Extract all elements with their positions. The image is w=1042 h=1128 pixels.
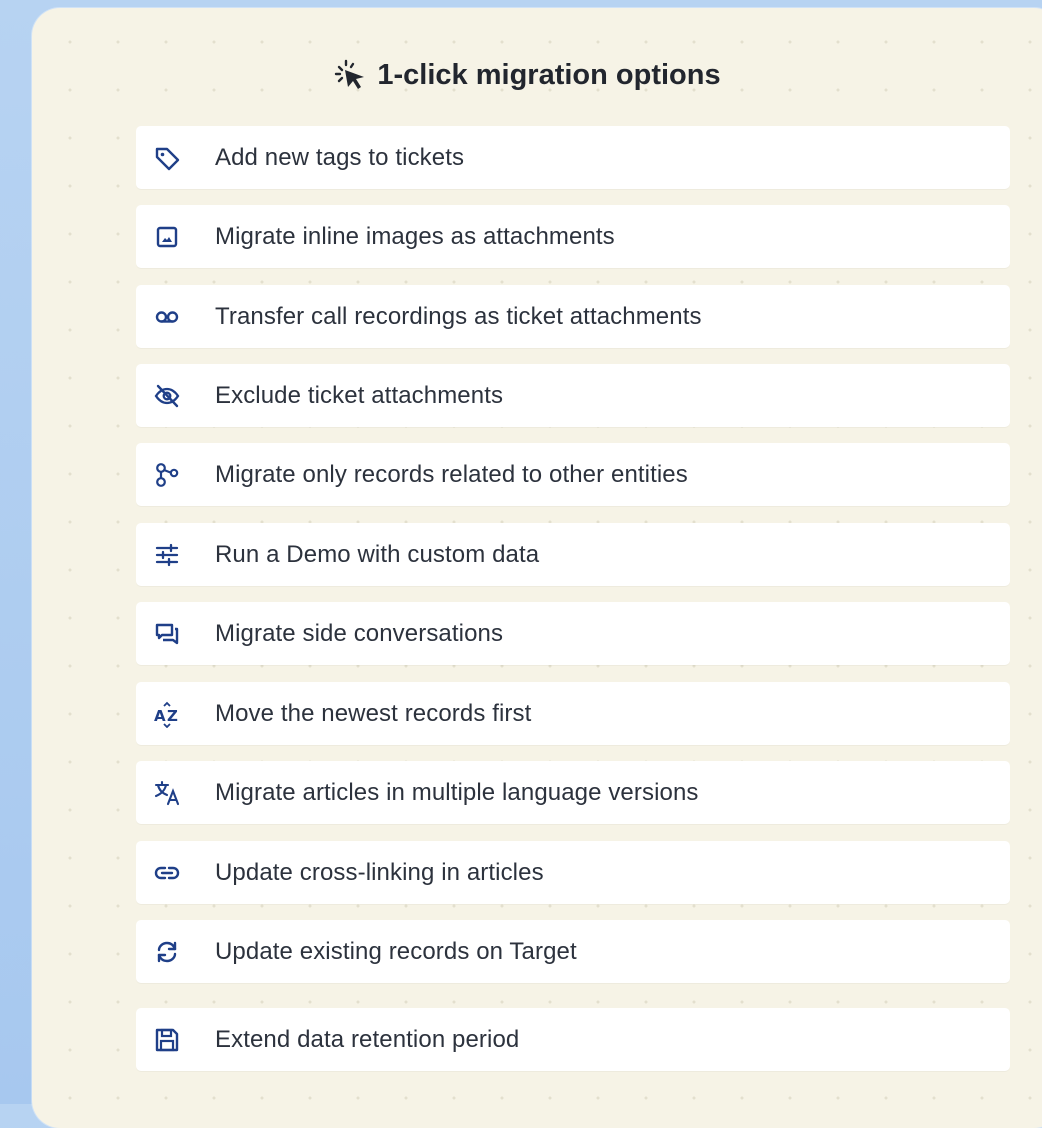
option-cross-linking[interactable]: Update cross-linking in articles <box>136 841 1010 904</box>
option-update-existing[interactable]: Update existing records on Target <box>136 920 1010 983</box>
option-label: Extend data retention period <box>215 1025 520 1053</box>
option-label: Transfer call recordings as ticket attac… <box>215 302 702 330</box>
option-label: Move the newest records first <box>215 699 532 727</box>
refresh-icon <box>153 938 181 966</box>
sort-az-icon: AZ <box>153 700 181 728</box>
tag-icon <box>153 144 181 172</box>
link-icon <box>153 859 181 887</box>
svg-text:Z: Z <box>167 707 178 725</box>
save-icon <box>153 1026 181 1054</box>
option-label: Add new tags to tickets <box>215 143 465 171</box>
translate-icon <box>153 779 181 807</box>
page-title: 1-click migration options <box>377 58 721 91</box>
option-language-versions[interactable]: Migrate articles in multiple language ve… <box>136 761 1010 824</box>
option-label: Migrate only records related to other en… <box>215 460 688 488</box>
option-label: Migrate inline images as attachments <box>215 222 615 250</box>
option-call-recordings[interactable]: Transfer call recordings as ticket attac… <box>136 285 1010 348</box>
option-label: Run a Demo with custom data <box>215 540 540 568</box>
option-data-retention[interactable]: Extend data retention period <box>136 1008 1010 1071</box>
option-inline-images[interactable]: Migrate inline images as attachments <box>136 205 1010 268</box>
option-label: Migrate side conversations <box>215 619 504 647</box>
cursor-click-icon <box>333 58 367 92</box>
panel-header: 1-click migration options <box>32 58 1042 92</box>
option-side-conversations[interactable]: Migrate side conversations <box>136 602 1010 665</box>
voicemail-icon <box>153 303 181 331</box>
chat-icon <box>153 620 181 648</box>
image-icon <box>153 223 181 251</box>
option-label: Migrate articles in multiple language ve… <box>215 778 699 806</box>
option-label: Exclude ticket attachments <box>215 381 504 409</box>
option-related-records[interactable]: Migrate only records related to other en… <box>136 443 1010 506</box>
option-add-tags[interactable]: Add new tags to tickets <box>136 126 1010 189</box>
relations-icon <box>153 461 181 489</box>
option-newest-first[interactable]: AZ Move the newest records first <box>136 682 1010 745</box>
option-demo-custom-data[interactable]: Run a Demo with custom data <box>136 523 1010 586</box>
option-label: Update cross-linking in articles <box>215 858 544 886</box>
option-label: Update existing records on Target <box>215 937 577 965</box>
option-exclude-attachments[interactable]: Exclude ticket attachments <box>136 364 1010 427</box>
sliders-icon <box>153 541 181 569</box>
migration-options-panel: 1-click migration options Add new tags t… <box>32 8 1042 1128</box>
svg-text:A: A <box>154 707 166 725</box>
eye-off-icon <box>153 382 181 410</box>
